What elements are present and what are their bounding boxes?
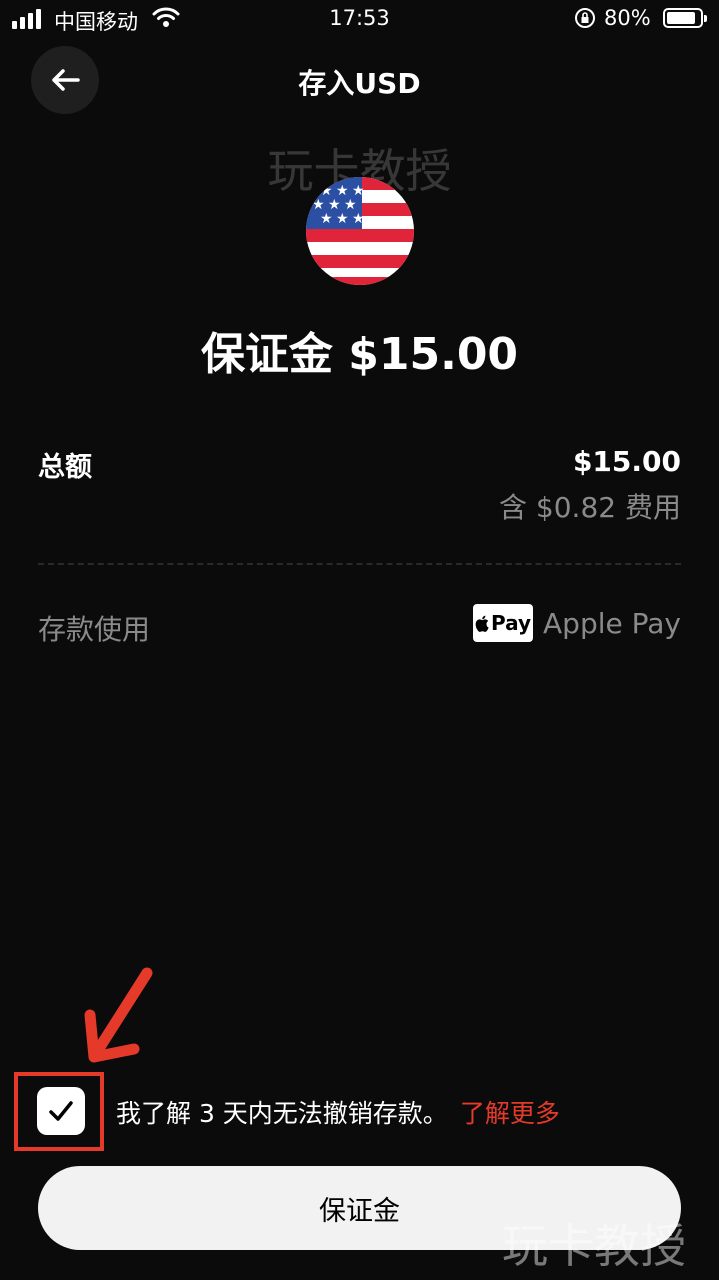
divider [38, 563, 681, 565]
status-bar: 中国移动 17:53 80% [0, 0, 719, 40]
learn-more-link[interactable]: 了解更多 [460, 1094, 560, 1130]
apple-pay-badge: Pay [473, 604, 534, 642]
battery-percent: 80% [604, 6, 651, 30]
consent-checkbox[interactable] [37, 1087, 85, 1135]
svg-text:★: ★ [336, 211, 349, 227]
orientation-lock-icon [574, 7, 596, 34]
checkmark-icon [49, 1101, 73, 1121]
total-value: $15.00 [572, 445, 681, 478]
deposit-headline: 保证金 $15.00 [200, 329, 519, 380]
apple-pay-badge-text: Pay [491, 611, 532, 635]
consent-row: 我了解 3 天内无法撤销存款。 了解更多 [116, 1094, 560, 1130]
fee-text: 含 $0.82 费用 [499, 491, 681, 524]
svg-text:★: ★ [320, 211, 333, 227]
total-label: 总额 [38, 452, 92, 483]
page-title: 存入USD [298, 67, 421, 100]
apple-icon [475, 615, 489, 632]
battery-icon [663, 8, 707, 28]
us-flag-icon: ★ ★ ★ ★ ★ ★ ★ ★ ★ [306, 177, 414, 285]
annotation-arrow-icon [82, 965, 157, 1069]
payment-method-name: Apple Pay [543, 606, 681, 640]
svg-text:★: ★ [352, 211, 365, 227]
payment-method-selector[interactable]: Pay Apple Pay [473, 604, 681, 642]
consent-text: 我了解 3 天内无法撤销存款。 [116, 1099, 448, 1128]
watermark-bottom: 玩卡教授 [502, 1219, 686, 1273]
payment-label: 存款使用 [38, 613, 151, 646]
